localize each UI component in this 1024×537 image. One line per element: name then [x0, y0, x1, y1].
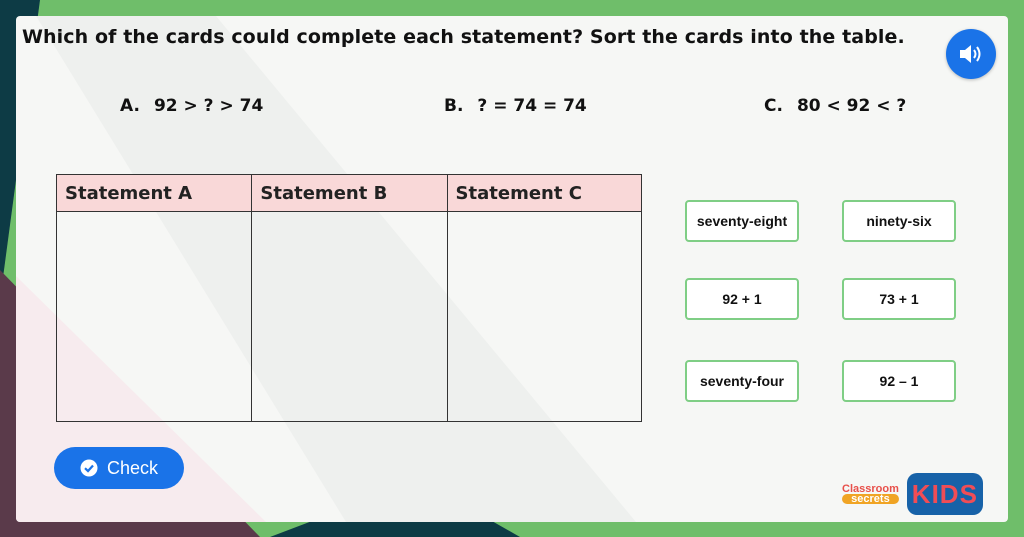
- statement-c: C. 80 < 92 < ?: [764, 96, 906, 116]
- card-92-minus-1[interactable]: 92 – 1: [842, 360, 956, 402]
- header-statement-c: Statement C: [446, 174, 643, 212]
- card-ninety-six[interactable]: ninety-six: [842, 200, 956, 242]
- logo-line2: secrets: [842, 494, 899, 505]
- statement-b: B. ? = 74 = 74: [444, 96, 587, 116]
- check-circle-icon: [80, 459, 98, 477]
- statement-a-label: A.: [120, 96, 140, 116]
- drop-zone-b[interactable]: [251, 211, 448, 422]
- drop-zone-c[interactable]: [446, 211, 643, 422]
- speaker-icon: [960, 45, 981, 63]
- card-92-plus-1[interactable]: 92 + 1: [685, 278, 799, 320]
- kids-badge: KIDS: [906, 473, 983, 515]
- statement-b-text: ? = 74 = 74: [477, 96, 587, 116]
- check-button[interactable]: Check: [54, 447, 184, 489]
- check-button-label: Check: [106, 457, 159, 478]
- classroom-secrets-kids-logo: Classroom secrets KIDS: [842, 472, 983, 516]
- statement-a-text: 92 > ? > 74: [153, 96, 264, 116]
- kids-text: KIDS: [911, 478, 978, 509]
- question-text: Which of the cards could complete each s…: [22, 26, 905, 48]
- classroom-secrets-wordmark: Classroom secrets: [842, 484, 899, 505]
- header-statement-a: Statement A: [55, 174, 253, 212]
- statement-c-text: 80 < 92 < ?: [796, 96, 907, 116]
- audio-button[interactable]: [946, 29, 996, 79]
- card-73-plus-1[interactable]: 73 + 1: [842, 278, 956, 320]
- sorting-table: Statement A Statement B Statement C: [55, 174, 643, 422]
- header-statement-b: Statement B: [251, 174, 448, 212]
- statement-c-label: C.: [764, 96, 783, 116]
- card-seventy-four[interactable]: seventy-four: [685, 360, 799, 402]
- statement-b-label: B.: [444, 96, 464, 116]
- activity-panel: Which of the cards could complete each s…: [16, 16, 1008, 522]
- statement-a: A. 92 > ? > 74: [120, 96, 263, 116]
- drop-zone-a[interactable]: [55, 211, 253, 422]
- card-seventy-eight[interactable]: seventy-eight: [685, 200, 799, 242]
